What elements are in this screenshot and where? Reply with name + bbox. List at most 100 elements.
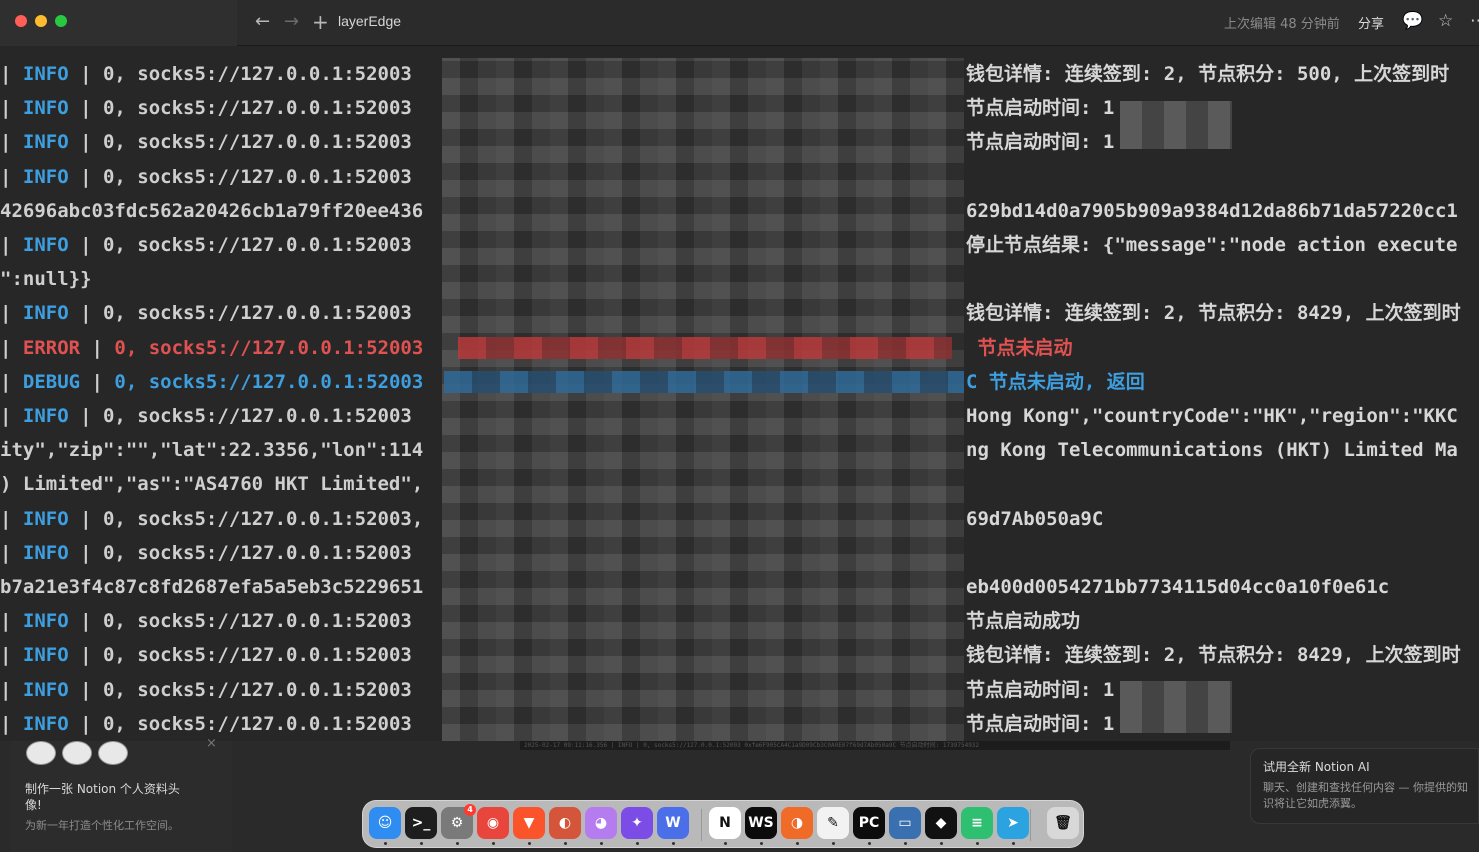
dock-app-glyph: ◑: [790, 815, 804, 831]
log-message: 0, socks5://127.0.0.1:52003: [102, 97, 412, 120]
dock-trash-icon[interactable]: 🗑: [1047, 807, 1079, 839]
dock-app-15-icon[interactable]: ▭: [889, 807, 921, 839]
comment-icon[interactable]: 💬: [1402, 11, 1423, 31]
log-level: INFO: [22, 165, 69, 188]
log-separator: |: [0, 712, 23, 735]
log-message: 0, socks5://127.0.0.1:52003: [102, 131, 412, 154]
log-line: | INFO | 0, socks5://127.0.0.1:52003: [0, 57, 412, 91]
notion-ai-toast[interactable]: 试用全新 Notion AI 聊天、创建和查找任何内容 — 你提供的知识将让它如…: [1250, 748, 1479, 824]
log-message: 0, socks5://127.0.0.1:52003: [102, 63, 412, 85]
dock-chrome-icon[interactable]: ◉: [477, 807, 509, 839]
log-separator: |: [0, 370, 23, 393]
dock-app-9-icon[interactable]: W: [657, 807, 689, 839]
dock-app-glyph: ✎: [827, 815, 839, 831]
log-line: 42696abc03fdc562a20426cb1a79ff20ee436: [0, 194, 423, 228]
forward-arrow-icon[interactable]: →: [284, 10, 299, 34]
dock-app-16-icon[interactable]: ◆: [925, 807, 957, 839]
dock-app-13-icon[interactable]: ✎: [817, 807, 849, 839]
log-line: | INFO | 0, socks5://127.0.0.1:52003: [0, 673, 412, 707]
dock-system-settings-icon[interactable]: ⚙ 4: [441, 804, 476, 839]
running-indicator: [760, 842, 763, 845]
terminal-log-image: | INFO | 0, socks5://127.0.0.1:52003 钱包详情…: [0, 46, 1479, 741]
dock-notion-icon[interactable]: N: [709, 807, 741, 839]
dock-pycharm-icon[interactable]: PC: [853, 807, 885, 839]
log-level: INFO: [22, 678, 69, 701]
running-indicator: [636, 842, 639, 845]
dock-brave-icon[interactable]: ▼: [513, 807, 545, 839]
log-level: INFO: [22, 644, 69, 667]
minimize-window-button[interactable]: [35, 15, 47, 27]
dock-app-17-icon[interactable]: ≡: [961, 807, 993, 839]
log-level: DEBUG: [22, 370, 81, 393]
log-separator: |: [0, 541, 23, 564]
dock-app-8-icon[interactable]: ✦: [621, 807, 653, 839]
dock-telegram-icon[interactable]: ➤: [997, 807, 1029, 839]
running-indicator: [940, 842, 943, 845]
running-indicator: [1012, 842, 1015, 845]
log-level: ERROR: [22, 336, 81, 359]
promo-description: 为新一年打造个性化工作空间。: [25, 819, 179, 832]
window-titlebar: ← → + layerEdge 上次编辑 48 分钟前 分享 💬 ☆ ⋯: [0, 0, 1479, 46]
dock-app-glyph: >_: [411, 815, 431, 831]
log-separator: |: [68, 405, 103, 427]
avatar: [62, 741, 92, 765]
dock-webstorm-icon[interactable]: WS: [745, 807, 777, 839]
log-separator: |: [0, 507, 23, 530]
dock-finder-icon[interactable]: ☺: [369, 807, 401, 839]
log-level: INFO: [22, 131, 69, 154]
log-line: | INFO | 0, socks5://127.0.0.1:52003: [0, 125, 412, 159]
more-icon[interactable]: ⋯: [1470, 11, 1479, 31]
log-message: 0, socks5://127.0.0.1:52003: [102, 302, 412, 325]
running-indicator: [976, 842, 979, 845]
dock-app-glyph: ▼: [523, 815, 535, 831]
log-separator: |: [68, 541, 103, 564]
close-window-button[interactable]: [15, 15, 27, 27]
log-detail: 69d7Ab050a9C: [966, 507, 1104, 530]
log-message: 0, socks5://127.0.0.1:52003: [102, 234, 412, 256]
running-indicator: [492, 842, 495, 845]
log-separator: |: [68, 63, 103, 85]
share-button[interactable]: 分享: [1358, 13, 1384, 32]
log-line: ity","zip":"","lat":22.3356,"lon":114: [0, 433, 423, 467]
dock-separator: [1030, 809, 1031, 841]
zoom-window-button[interactable]: [55, 15, 67, 27]
log-separator: |: [0, 302, 23, 325]
dock-terminal-icon[interactable]: >_: [405, 807, 437, 839]
log-separator: |: [0, 165, 23, 188]
running-indicator: [868, 842, 871, 845]
log-line: | INFO | 0, socks5://127.0.0.1:52003,: [0, 502, 423, 536]
log-message: 0, socks5://127.0.0.1:52003: [102, 405, 412, 427]
log-message: ":null}}: [0, 268, 92, 291]
log-separator: |: [68, 507, 103, 530]
dock-app-glyph: ☺: [377, 815, 393, 831]
log-separator: |: [0, 678, 23, 701]
avatar: [98, 741, 128, 765]
back-arrow-icon[interactable]: ←: [255, 10, 270, 34]
log-detail: 节点启动成功: [966, 610, 1081, 633]
log-line: | INFO | 0, socks5://127.0.0.1:52003: [0, 160, 412, 194]
dock-app-12-icon[interactable]: ◑: [781, 807, 813, 839]
log-message: 0, socks5://127.0.0.1:52003: [102, 644, 412, 667]
last-edited-label: 上次编辑 48 分钟前: [1224, 17, 1340, 32]
pixelated-redaction-time: [1120, 101, 1232, 149]
dock-app-glyph: ✦: [631, 815, 643, 831]
log-line: | INFO | 0, socks5://127.0.0.1:52003: [0, 604, 412, 638]
dock-app-glyph: ◕: [594, 815, 608, 831]
log-line: | INFO | 0, socks5://127.0.0.1:52003: [0, 399, 412, 433]
dock-app-7-icon[interactable]: ◕: [585, 807, 617, 839]
dock-app-6-icon[interactable]: ◐: [549, 807, 581, 839]
log-message: 42696abc03fdc562a20426cb1a79ff20ee436: [0, 199, 424, 222]
dock-app-glyph: ▭: [898, 815, 912, 831]
new-page-icon[interactable]: +: [312, 10, 329, 34]
running-indicator: [456, 842, 459, 845]
log-line: | INFO | 0, socks5://127.0.0.1:52003: [0, 536, 412, 570]
log-level: INFO: [22, 712, 69, 735]
star-icon[interactable]: ☆: [1438, 11, 1453, 31]
log-level: INFO: [22, 63, 69, 85]
pixelated-redaction: [442, 58, 964, 741]
close-icon[interactable]: ×: [206, 736, 217, 751]
log-separator: |: [68, 712, 103, 735]
log-separator: |: [0, 63, 23, 85]
log-line: | DEBUG | 0, socks5://127.0.0.1:52003: [0, 365, 423, 399]
dock-app-glyph: ➤: [1007, 815, 1019, 831]
